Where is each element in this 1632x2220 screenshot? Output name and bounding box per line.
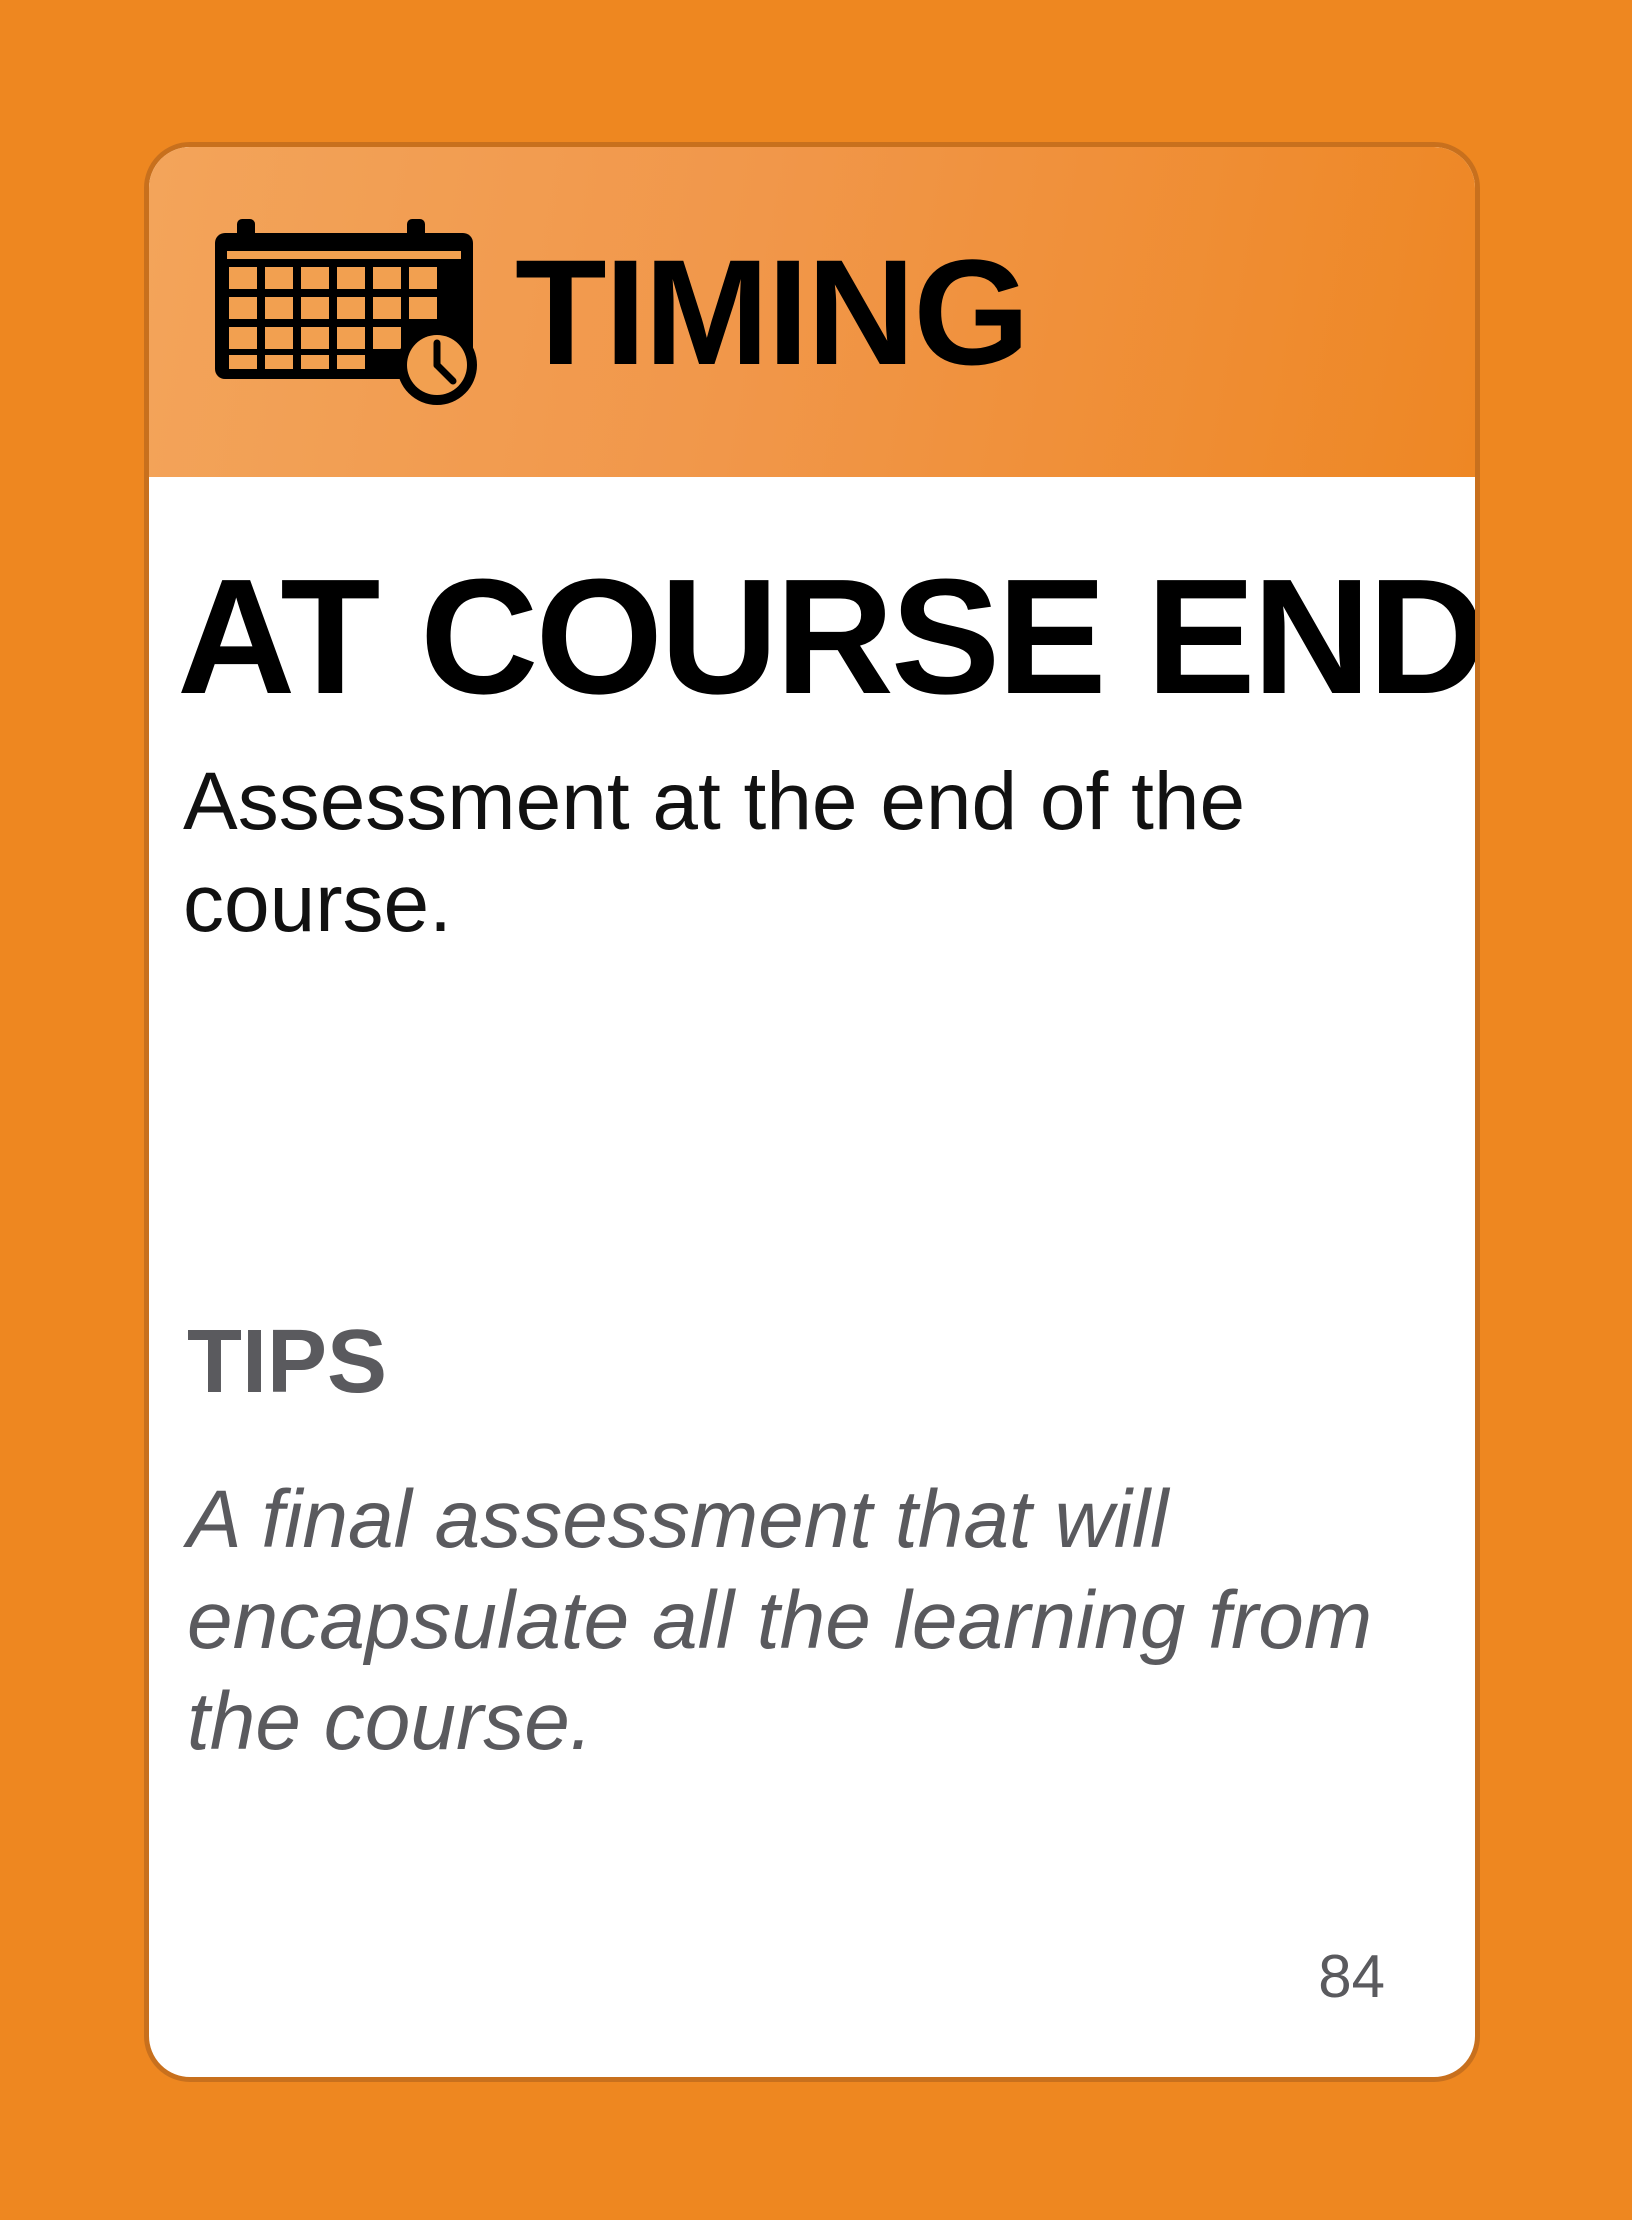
tips-text: A final assessment that will encapsulate… — [187, 1474, 1373, 1767]
card-header: TIMING — [149, 147, 1475, 477]
card-description: Assessment at the end of the course. — [183, 756, 1246, 949]
calendar-clock-icon — [209, 219, 489, 409]
card-title: AT COURSE END — [177, 545, 1480, 728]
timing-card: TIMING AT COURSE END Assessment at the e… — [144, 142, 1480, 2082]
category-title: TIMING — [515, 228, 1030, 396]
page-number: 84 — [1318, 1943, 1385, 2010]
tips-heading: TIPS — [187, 1312, 388, 1412]
